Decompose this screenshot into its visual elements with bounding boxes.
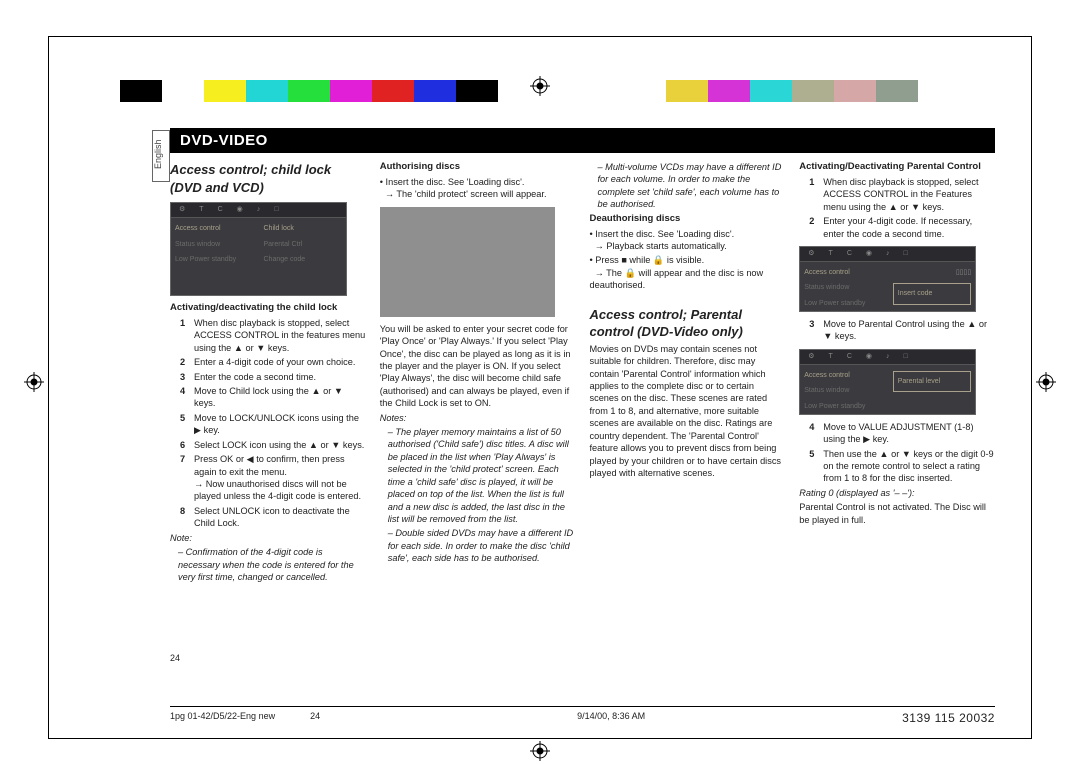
registration-mark bbox=[530, 741, 550, 761]
notes-label: Notes: bbox=[380, 412, 576, 424]
step-list: 3Move to Parental Control using the ▲ or… bbox=[799, 318, 995, 343]
footer-line: 1pg 01-42/D5/22-Eng new 24 9/14/00, 8:36… bbox=[170, 706, 995, 725]
footer-left: 1pg 01-42/D5/22-Eng new 24 bbox=[170, 711, 320, 725]
column-3: – Multi-volume VCDs may have a different… bbox=[590, 159, 786, 585]
column-2: Authorising discs • Insert the disc. See… bbox=[380, 159, 576, 585]
osd-screenshot-child-lock: ⚙TC◉♪□ Access control Status window Low … bbox=[170, 202, 347, 296]
column-1: Access control; child lock (DVD and VCD)… bbox=[170, 159, 366, 585]
rating0-label: Rating 0 (displayed as '– –'): bbox=[799, 487, 995, 499]
section-band: DVD-VIDEO bbox=[170, 128, 995, 153]
subhead: Activating/Deactivating Parental Control bbox=[799, 161, 995, 174]
body-text: You will be asked to enter your secret c… bbox=[380, 323, 576, 410]
section-title: Access control; child lock (DVD and VCD) bbox=[170, 161, 366, 196]
page-number: 24 bbox=[170, 653, 180, 663]
subhead: Deauthorising discs bbox=[590, 213, 786, 226]
note-text: – The player memory maintains a list of … bbox=[388, 426, 576, 525]
column-4: Activating/Deactivating Parental Control… bbox=[799, 159, 995, 585]
rating0-text: Parental Control is not activated. The D… bbox=[799, 501, 995, 526]
section-title: Access control; Parental control (DVD-Vi… bbox=[590, 306, 786, 341]
subhead: Activating/deactivating the child lock bbox=[170, 302, 366, 315]
footer-right: 3139 115 20032 bbox=[902, 711, 995, 725]
footer-center: 9/14/00, 8:36 AM bbox=[577, 711, 645, 725]
step-list: 4Move to VALUE ADJUSTMENT (1-8) using th… bbox=[799, 421, 995, 485]
note-text: – Double sided DVDs may have a different… bbox=[388, 527, 576, 564]
registration-mark bbox=[24, 372, 44, 392]
step-list: 1When disc playback is stopped, select A… bbox=[170, 317, 366, 530]
note-label: Note: bbox=[170, 532, 366, 544]
subhead: Authorising discs bbox=[380, 161, 576, 174]
registration-mark bbox=[530, 76, 550, 96]
language-tab: English bbox=[152, 130, 170, 182]
registration-mark bbox=[1036, 372, 1056, 392]
note-text: – Confirmation of the 4-digit code is ne… bbox=[178, 546, 366, 583]
body-text: Movies on DVDs may contain scenes not su… bbox=[590, 343, 786, 480]
page-content: DVD-VIDEO Access control; child lock (DV… bbox=[170, 128, 995, 703]
step-list: 1When disc playback is stopped, select A… bbox=[799, 176, 995, 240]
osd-screenshot-parental-level: ⚙TC◉♪□ Access control Status window Low … bbox=[799, 349, 976, 415]
note-text: – Multi-volume VCDs may have a different… bbox=[598, 161, 786, 211]
osd-screenshot-placeholder bbox=[380, 207, 555, 317]
osd-screenshot-insert-code: ⚙TC◉♪□ Access control Status window Low … bbox=[799, 246, 976, 312]
